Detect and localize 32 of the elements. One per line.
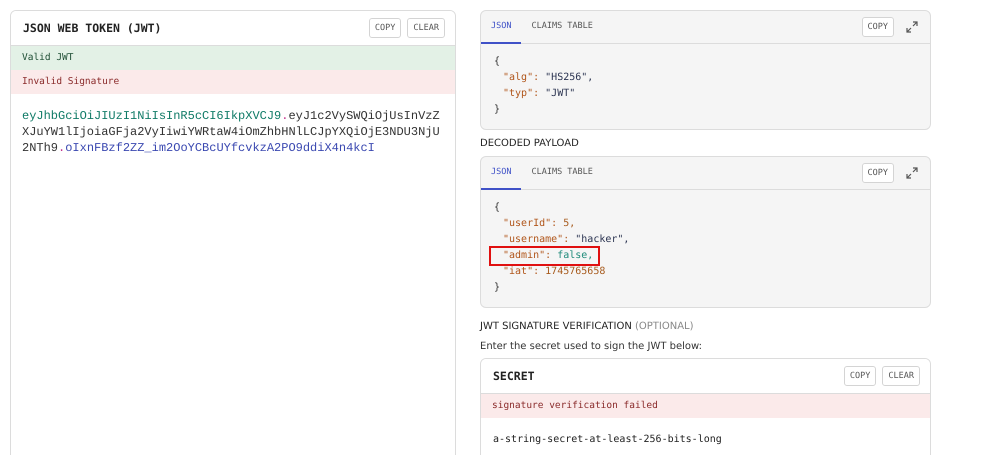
copy-button[interactable]: COPY xyxy=(368,18,402,38)
highlighted-json-line: "admin": false, xyxy=(491,248,598,264)
view-tab[interactable]: JSON xyxy=(481,157,522,190)
json-brace: { xyxy=(494,55,500,69)
json-line: "iat": 1745765658 xyxy=(502,265,606,279)
copy-button[interactable]: COPY xyxy=(862,17,894,37)
json-line: "userId": 5, xyxy=(502,217,576,231)
copy-button[interactable]: COPY xyxy=(862,163,894,183)
status-message: Valid JWT xyxy=(11,46,455,70)
view-tab[interactable]: JSON xyxy=(481,11,522,44)
status-message: Invalid Signature xyxy=(11,70,455,94)
json-line: "username": "hacker", xyxy=(502,233,630,247)
instruction-text: Enter the secret used to sign the JWT below: xyxy=(480,341,704,352)
section-heading: DECODED PAYLOAD xyxy=(480,138,580,149)
expand-icon[interactable] xyxy=(906,21,918,33)
expand-icon[interactable] xyxy=(906,167,918,179)
json-brace: } xyxy=(494,281,500,295)
status-message: signature verification failed xyxy=(481,394,930,418)
copy-button[interactable]: COPY xyxy=(844,366,876,386)
view-tab[interactable]: CLAIMS TABLE xyxy=(521,11,603,44)
secret-field[interactable]: a-string-secret-at-least-256-bits-long xyxy=(481,418,930,455)
clear-button[interactable]: CLEAR xyxy=(407,18,445,38)
token-text[interactable]: eyJhbGciOiJIUzI1NiIsInR5cCI6IkpXVCJ9.eyJ1c2VySWQiOjUsInVzZXJuYW1lIjoiaGFja2VyIiwiYWRtaW4iOmZhbHNlLCJpYXQiOjE3NDU3NjU2NTh9.oIxnFBzf2ZZ_im2OoYCBcUYfcvkzA2PO9ddiX4n4kcI xyxy=(11,94,455,170)
json-brace: { xyxy=(494,201,500,215)
json-line: "alg": "HS256", xyxy=(502,71,594,85)
json-line: "typ": "JWT" xyxy=(502,87,576,101)
clear-button[interactable]: CLEAR xyxy=(882,366,920,386)
panel-title: JSON WEB TOKEN (JWT) xyxy=(23,21,162,35)
section-heading: JWT SIGNATURE VERIFICATION (OPTIONAL) xyxy=(480,321,695,332)
json-brace: } xyxy=(494,103,500,117)
panel-title: SECRET xyxy=(493,369,535,383)
view-tab[interactable]: CLAIMS TABLE xyxy=(521,157,603,190)
